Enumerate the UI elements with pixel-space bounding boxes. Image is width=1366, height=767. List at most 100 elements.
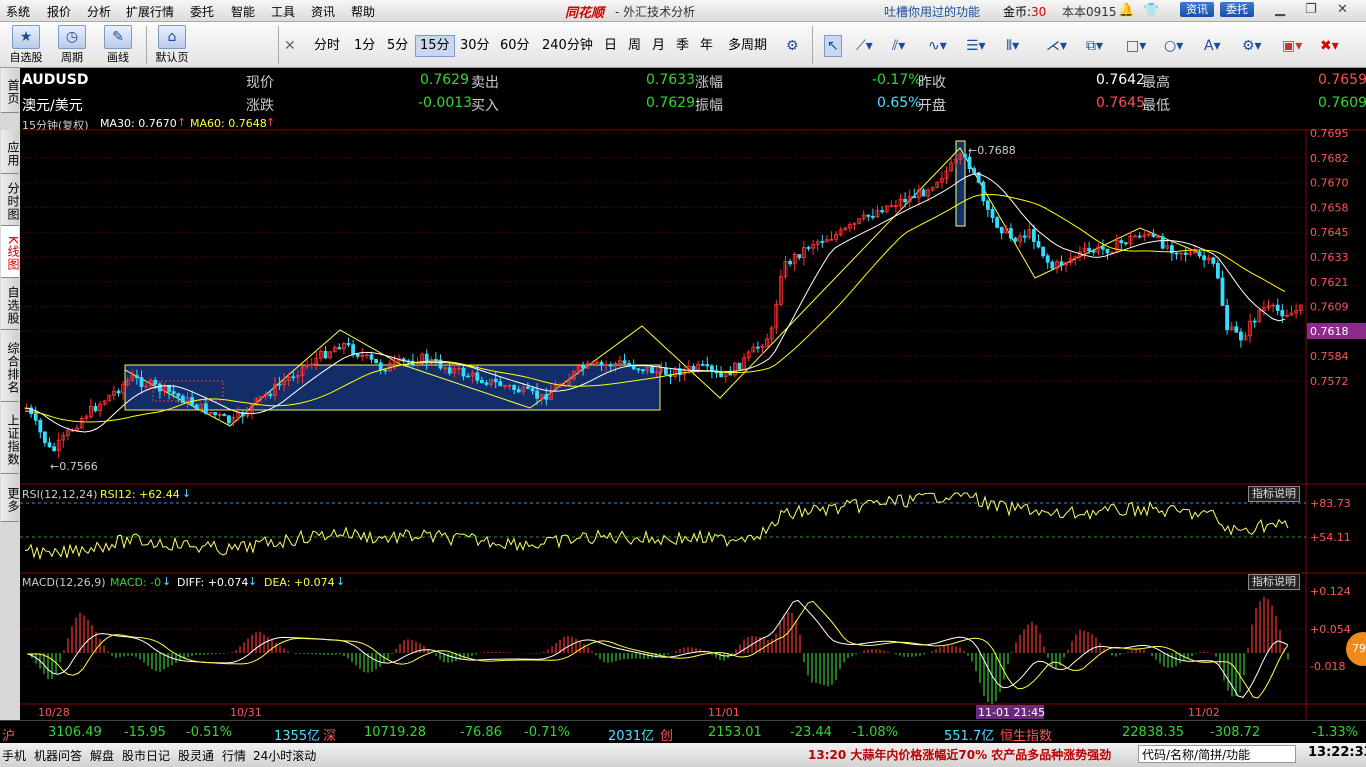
period-tab[interactable]: 年 (696, 36, 717, 56)
parallel-line-icon[interactable]: ⫽▾ (892, 36, 905, 56)
candle-body (277, 383, 282, 386)
star-icon: ★ (12, 25, 40, 49)
candle-body (516, 389, 521, 393)
period-tab[interactable]: 30分 (456, 36, 494, 56)
candle-body (203, 403, 208, 414)
period-tab[interactable]: 分时 (310, 36, 344, 56)
bars-tool-icon[interactable]: ⦀▾ (1006, 36, 1019, 56)
taskbar-24h-scroll[interactable]: 24小时滚动 (253, 747, 316, 764)
default-page-button[interactable]: ⌂ 默认页 (150, 25, 194, 65)
macd-level-label: -0.018 (1310, 660, 1345, 673)
delete-icon[interactable]: ✖▾ (1320, 36, 1339, 56)
minimize-icon[interactable]: ▁ (1275, 2, 1285, 17)
ellipse-tool-icon[interactable]: ○▾ (1164, 36, 1183, 56)
candle-body (355, 353, 360, 357)
bookmark-icon[interactable]: ▣▾ (1282, 36, 1302, 56)
feedback-link[interactable]: 吐槽你用过的功能 (884, 3, 980, 20)
taskbar-analysis[interactable]: 解盘 (90, 747, 114, 764)
period-tab[interactable]: 日 (600, 36, 621, 56)
candle-body (636, 368, 641, 371)
taskbar-robot-qa[interactable]: 机器问答 (34, 747, 82, 764)
toolbar-divider (278, 26, 279, 64)
kline-chart[interactable]: 0.7695 0.7682 0.7670 0.7658 0.7645 0.7633 0.76… (20, 68, 1366, 720)
candle-body (461, 367, 466, 377)
text-tool-icon[interactable]: A▾ (1204, 36, 1221, 56)
watchlist-button[interactable]: ★ 自选股 (4, 25, 48, 65)
trade-button[interactable]: 委托 (1220, 2, 1254, 17)
bell-icon[interactable]: 🔔 (1118, 3, 1134, 18)
rectangle-tool-icon[interactable]: □▾ (1126, 36, 1146, 56)
nav-ranking[interactable]: 综合排名 (1, 330, 20, 402)
menu-quote[interactable]: 报价 (47, 3, 71, 20)
taskbar-quotes[interactable]: 行情 (222, 747, 246, 764)
candle-body (691, 365, 696, 371)
candle-body (581, 365, 585, 369)
taskbar-diary[interactable]: 股市日记 (122, 747, 170, 764)
candle-body (903, 199, 907, 203)
line-tool-icon[interactable]: ⟋▾ (856, 36, 873, 56)
period-tab[interactable]: 60分 (496, 36, 534, 56)
candle-body (1225, 305, 1229, 331)
cy-amount: 551.7亿 (944, 729, 995, 744)
nav-shanghai-index[interactable]: 上证指数 (1, 402, 20, 474)
gear-icon[interactable]: ⚙ (786, 36, 799, 56)
candle-body (737, 362, 742, 370)
period-tab[interactable]: 240分钟 (538, 36, 597, 56)
menu-bar: 系统 报价 分析 扩展行情 委托 智能 工具 资讯 帮助 同花顺 - 外汇技术分… (0, 0, 1366, 22)
search-input[interactable]: 代码/名称/简拼/功能 (1138, 745, 1296, 763)
sh-amount: 1355亿 (274, 729, 321, 744)
restore-icon[interactable]: ❐ (1305, 2, 1317, 17)
sz-pct: -0.71% (524, 725, 570, 740)
news-ticker[interactable]: 13:20 大蒜年内价格涨幅近70% 农产品多品种涨势强劲 (808, 746, 1111, 763)
period-tab[interactable]: 月 (648, 36, 669, 56)
candle-body (1160, 236, 1165, 249)
date-label: 10/28 (38, 706, 70, 719)
cy-change: -23.44 (790, 725, 832, 740)
nav-home[interactable]: 首页 (1, 68, 20, 113)
menu-system[interactable]: 系统 (6, 3, 30, 20)
draw-button[interactable]: ✎ 画线 (96, 25, 140, 65)
close-icon[interactable]: ✕ (1337, 2, 1348, 17)
wave-tool-icon[interactable]: ∿▾ (928, 36, 947, 56)
menu-news[interactable]: 资讯 (311, 3, 335, 20)
period-tab[interactable]: 周 (624, 36, 645, 56)
period-tab-selected[interactable]: 15分 (415, 35, 455, 57)
fibonacci-icon[interactable]: ☰▾ (966, 36, 986, 56)
menu-analysis[interactable]: 分析 (87, 3, 111, 20)
menu-tools[interactable]: 工具 (271, 3, 295, 20)
nav-timeshare[interactable]: 分时图 (1, 174, 20, 226)
candle-body (921, 189, 926, 197)
chart-area[interactable]: AUDUSD 澳元/美元 现价 涨跌 0.7629 -0.0013 卖出 买入 … (20, 68, 1366, 720)
taskbar-mobile[interactable]: 手机 (2, 747, 26, 764)
candle-body (475, 372, 480, 381)
channel-tool-icon[interactable]: ⧉▾ (1086, 36, 1103, 56)
candle-body (180, 395, 185, 404)
period-tab[interactable]: 季 (672, 36, 693, 56)
nav-watchlist[interactable]: 自选股 (1, 278, 20, 330)
period-tab[interactable]: 1分 (350, 36, 379, 56)
collapse-icon[interactable]: ✕ (284, 36, 296, 56)
candle-body (1197, 251, 1202, 257)
candle-body (383, 369, 388, 372)
nav-more[interactable]: 更多 (1, 474, 20, 522)
nav-kline[interactable]: K线图 (1, 226, 20, 278)
fan-tool-icon[interactable]: ⋌▾ (1046, 36, 1067, 56)
menu-trade[interactable]: 委托 (190, 3, 214, 20)
settings-icon[interactable]: ⚙▾ (1242, 36, 1262, 56)
menu-help[interactable]: 帮助 (351, 3, 375, 20)
hs-label: 恒生指数 (1000, 729, 1053, 744)
pointer-tool-icon[interactable]: ↖ (824, 35, 842, 57)
candle-body (512, 385, 517, 390)
menu-extended-quote[interactable]: 扩展行情 (126, 3, 174, 20)
candle-body (544, 394, 549, 400)
news-button[interactable]: 资讯 (1180, 2, 1214, 17)
period-button[interactable]: ◷ 周期 (50, 25, 94, 65)
menu-smart[interactable]: 智能 (231, 3, 255, 20)
candle-body (1151, 233, 1156, 237)
shirt-icon[interactable]: 👕 (1143, 3, 1159, 18)
taskbar-gulingtong[interactable]: 股灵通 (178, 747, 214, 764)
period-tab[interactable]: 多周期 (724, 36, 771, 56)
nav-apps[interactable]: 应用 (1, 130, 20, 174)
macd-level-label: +0.054 (1310, 623, 1351, 636)
period-tab[interactable]: 5分 (383, 36, 412, 56)
